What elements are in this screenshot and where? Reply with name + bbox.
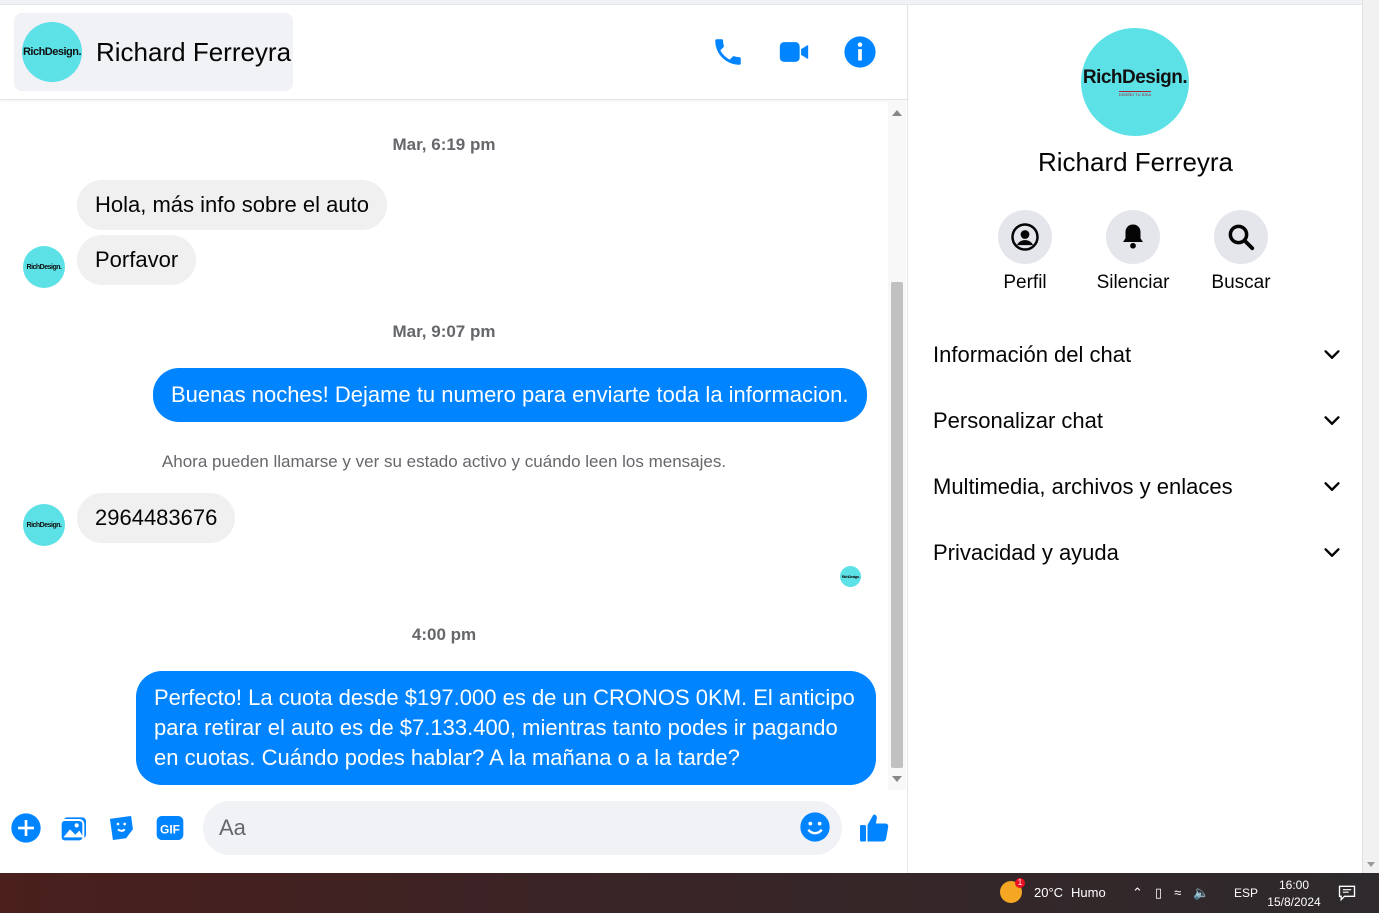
- sender-avatar: RichDesign.: [23, 504, 65, 546]
- search-label: Buscar: [1211, 272, 1271, 293]
- conversation-info-panel: RichDesign. DISEÑO TU IDEA Richard Ferre…: [909, 5, 1362, 873]
- thumbs-up-icon[interactable]: [857, 810, 893, 846]
- weather-widget[interactable]: 1 20°C Humo: [1000, 878, 1106, 903]
- chat-panel: RichDesign. Richard Ferreyra Mar, 6:19 p…: [0, 5, 908, 873]
- section-label: Información del chat: [933, 342, 1132, 367]
- clock-date: 15/8/2024: [1267, 895, 1321, 909]
- avatar-brand: RichDesign.: [1082, 67, 1188, 88]
- section-media-files-links[interactable]: Multimedia, archivos y enlaces: [933, 467, 1343, 507]
- info-icon[interactable]: [843, 35, 877, 69]
- video-call-icon[interactable]: [777, 35, 811, 69]
- language-indicator[interactable]: ESP: [1234, 886, 1258, 900]
- scroll-down-arrow[interactable]: [892, 776, 902, 782]
- chevron-down-icon: [1324, 350, 1340, 359]
- profile-avatar-large: RichDesign. DISEÑO TU IDEA: [1081, 28, 1189, 136]
- incoming-message[interactable]: 2964483676: [77, 493, 236, 543]
- mute-label: Silenciar: [1096, 272, 1170, 293]
- page-scroll-down-arrow[interactable]: [1367, 862, 1375, 867]
- section-privacy-help[interactable]: Privacidad y ayuda: [933, 533, 1343, 573]
- message-composer: GIF: [0, 795, 907, 865]
- plus-icon[interactable]: [10, 812, 42, 844]
- contact-button[interactable]: RichDesign. Richard Ferreyra: [14, 13, 293, 91]
- windows-taskbar: 1 20°C Humo ⌃ ▯ ≈ 🔈 ESP 16:00 15/8/2024: [0, 873, 1379, 913]
- avatar-brand-tiny: RichDesign.: [841, 574, 860, 579]
- meet-now-icon[interactable]: ▯: [1155, 885, 1162, 901]
- search-icon[interactable]: [1214, 210, 1268, 264]
- sticker-icon[interactable]: [106, 812, 138, 844]
- read-receipt-avatar: RichDesign.: [840, 566, 861, 587]
- chevron-down-icon: [1324, 548, 1340, 557]
- outgoing-message[interactable]: Perfecto! La cuota desde $197.000 es de …: [136, 671, 876, 785]
- profile-action[interactable]: Perfil: [980, 210, 1070, 294]
- outgoing-message[interactable]: Buenas noches! Dejame tu numero para env…: [153, 368, 867, 422]
- section-chat-info[interactable]: Información del chat: [933, 335, 1343, 375]
- bell-icon[interactable]: [1106, 210, 1160, 264]
- chevron-down-icon: [1324, 416, 1340, 425]
- avatar-tagline: DISEÑO TU IDEA: [1118, 91, 1152, 97]
- section-label: Multimedia, archivos y enlaces: [933, 474, 1233, 499]
- weather-alert-badge: 1: [1015, 878, 1025, 888]
- chat-scrollbar[interactable]: [888, 102, 906, 790]
- section-customize-chat[interactable]: Personalizar chat: [933, 401, 1343, 441]
- weather-temperature: 20°C: [1034, 884, 1064, 900]
- weather-condition: Humo: [1071, 884, 1106, 900]
- timestamp: 4:00 pm: [411, 625, 477, 644]
- timestamp: Mar, 6:19 pm: [392, 135, 496, 154]
- chevron-down-icon: [1324, 482, 1340, 491]
- volume-icon[interactable]: 🔈: [1193, 885, 1209, 901]
- message-input-box[interactable]: [203, 801, 842, 855]
- contact-avatar: RichDesign.: [22, 22, 82, 82]
- chat-header: RichDesign. Richard Ferreyra: [0, 5, 907, 100]
- avatar-brand-small: RichDesign.: [26, 263, 62, 271]
- timestamp: Mar, 9:07 pm: [392, 322, 496, 341]
- section-label: Personalizar chat: [933, 408, 1103, 433]
- notification-center-icon[interactable]: [1336, 883, 1358, 903]
- section-label: Privacidad y ayuda: [933, 540, 1119, 565]
- profile-icon[interactable]: [998, 210, 1052, 264]
- message-list[interactable]: Mar, 6:19 pm Hola, más info sobre el aut…: [0, 101, 888, 789]
- clock-time: 16:00: [1278, 878, 1310, 892]
- phone-call-icon[interactable]: [711, 35, 745, 69]
- chevron-up-icon[interactable]: ⌃: [1132, 885, 1143, 901]
- profile-label: Perfil: [1003, 272, 1047, 293]
- system-tray: ⌃ ▯ ≈ 🔈: [1132, 885, 1209, 901]
- clock[interactable]: 16:00 15/8/2024: [1264, 877, 1324, 911]
- system-notice: Ahora pueden llamarse y ver su estado ac…: [161, 452, 727, 471]
- sender-avatar: RichDesign.: [23, 246, 65, 288]
- photo-icon[interactable]: [58, 812, 90, 844]
- search-action[interactable]: Buscar: [1196, 210, 1286, 294]
- message-input[interactable]: [219, 813, 779, 843]
- weather-sun-icon: 1: [1000, 878, 1025, 903]
- scroll-thumb[interactable]: [891, 282, 903, 768]
- emoji-icon[interactable]: [799, 811, 831, 843]
- avatar-brand-small: RichDesign.: [26, 521, 62, 529]
- mute-action[interactable]: Silenciar: [1088, 210, 1178, 294]
- contact-name: Richard Ferreyra: [96, 36, 292, 67]
- svg-text:GIF: GIF: [160, 822, 180, 836]
- profile-name: Richard Ferreyra: [1037, 147, 1234, 177]
- avatar-brand: RichDesign.: [22, 46, 82, 58]
- gif-icon[interactable]: GIF: [154, 812, 186, 844]
- scroll-up-arrow[interactable]: [892, 110, 902, 116]
- incoming-message[interactable]: Porfavor: [77, 235, 197, 285]
- page-scrollbar[interactable]: [1362, 0, 1379, 873]
- incoming-message[interactable]: Hola, más info sobre el auto: [77, 180, 387, 230]
- wifi-icon[interactable]: ≈: [1174, 885, 1181, 901]
